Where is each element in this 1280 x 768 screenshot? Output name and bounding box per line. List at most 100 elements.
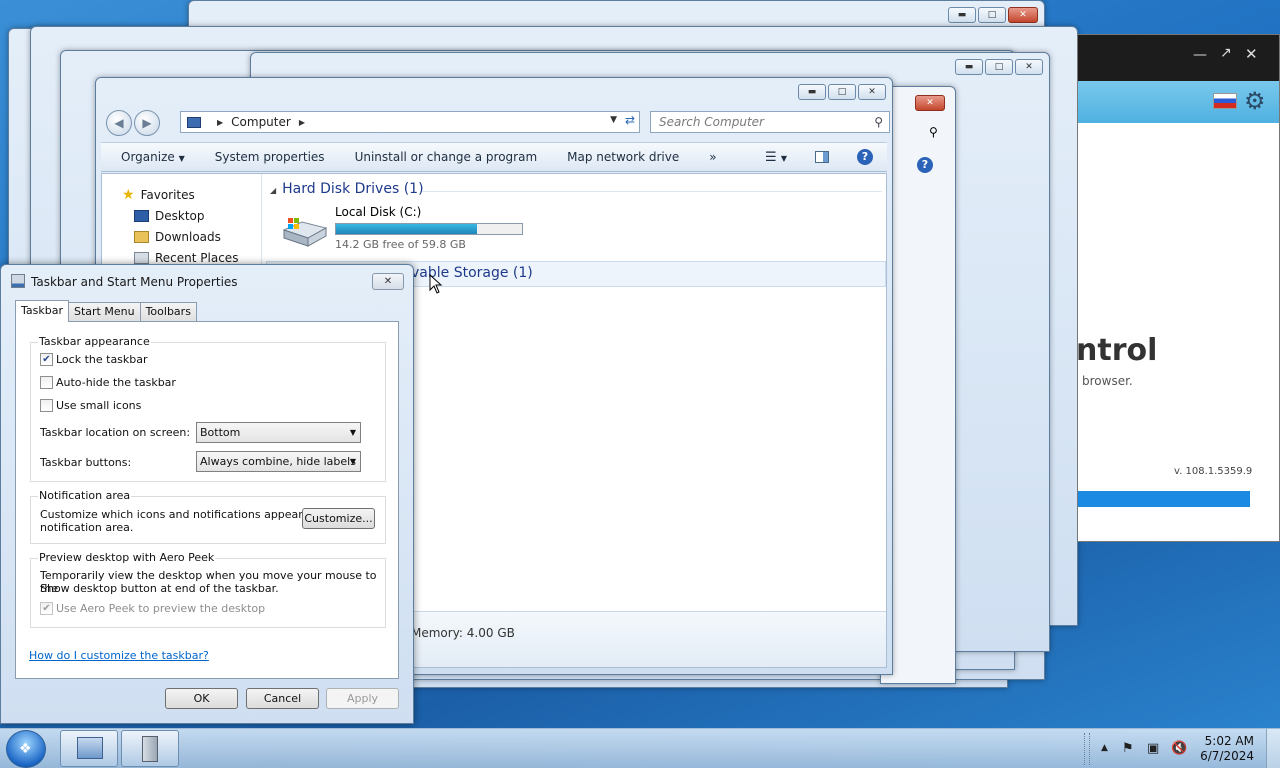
help-icon[interactable]: ? [857,149,873,165]
close-icon[interactable]: ✕ [915,95,945,111]
search-input[interactable]: Search Computer ⚲ [650,111,890,133]
maximize-icon[interactable]: ↗ [1220,45,1232,61]
chevron-down-icon: ▼ [349,457,356,466]
chevron-down-icon: ▼ [349,428,356,437]
show-hidden-icons-icon[interactable]: ▲ [1101,743,1108,753]
language-flag-icon[interactable] [1213,93,1237,109]
tab-taskbar[interactable]: Taskbar [15,300,69,322]
close-icon[interactable]: ✕ [372,273,404,290]
address-bar[interactable]: ▶ Computer ▶ ▼ ⇄ [180,111,640,133]
help-icon[interactable]: ? [917,157,933,173]
network-icon[interactable]: ▣ [1147,741,1159,756]
action-center-flag-icon[interactable]: ⚑ [1122,741,1134,756]
taskbar-buttons-select[interactable]: Always combine, hide labels ▼ [196,451,361,472]
group-title: Preview desktop with Aero Peek [38,551,216,564]
desktop-icon [134,209,149,222]
start-button[interactable]: ❖ [6,730,46,768]
forward-icon[interactable]: ▶ [134,110,160,136]
computer-icon [187,116,201,128]
minimize-icon[interactable]: ▬ [955,59,983,75]
clock-date: 6/7/2024 [1200,749,1254,763]
drive-free-space: 14.2 GB free of 59.8 GB [335,238,466,251]
checkbox-label: Use Aero Peek to preview the desktop [56,602,266,615]
chevron-down-icon: ▼ [178,154,185,163]
close-icon[interactable]: ✕ [858,84,886,100]
minimize-icon[interactable]: — [1193,47,1207,63]
mouse-cursor-icon [429,274,443,294]
drive-name[interactable]: Local Disk (C:) [335,205,421,219]
search-placeholder: Search Computer [659,115,764,129]
downloads-icon [134,230,149,243]
system-clock[interactable]: 5:02 AM 6/7/2024 [1200,734,1254,764]
app-header: ⚙ [1078,81,1279,123]
close-icon[interactable]: ✕ [1245,45,1258,63]
nav-item-favorites[interactable]: ★ Favorites [102,184,261,205]
windows-taskbar: ❖ ▲ ⚑ ▣ 🔇 5:02 AM 6/7/2024 [0,728,1280,768]
view-options-icon[interactable]: ☰ ▼ [765,150,787,165]
taskbar-buttons-label: Taskbar buttons: [40,456,132,469]
clock-time: 5:02 AM [1204,734,1254,748]
more-commands-button[interactable]: » [709,150,716,164]
small-icons-checkbox[interactable]: Use small icons [40,399,141,412]
app-subtitle: browser. [1082,374,1133,388]
aero-description-2: Show desktop button at end of the taskba… [40,582,279,595]
back-icon[interactable]: ◀ [106,110,132,136]
nav-item-downloads[interactable]: Downloads [102,226,261,247]
checkbox-box: ✔ [40,353,53,366]
customize-button[interactable]: Customize... [302,508,375,529]
close-icon[interactable]: ✕ [1008,7,1038,23]
organize-button[interactable]: Organize ▼ [121,150,185,164]
uninstall-program-button[interactable]: Uninstall or change a program [355,150,538,164]
star-icon: ★ [122,186,135,203]
app-title: ntrol [1076,333,1158,368]
auto-hide-checkbox[interactable]: Auto-hide the taskbar [40,376,176,389]
notification-description-1: Customize which icons and notifications … [40,508,338,521]
gear-icon[interactable]: ⚙ [1244,87,1266,115]
collapse-icon[interactable]: ◢ [270,186,276,195]
tab-toolbars[interactable]: Toolbars [139,302,197,322]
app-progress-bar [1078,491,1250,507]
help-link[interactable]: How do I customize the taskbar? [29,649,209,662]
taskbar-location-select[interactable]: Bottom ▼ [196,422,361,443]
hard-disk-drives-group[interactable]: ◢ Hard Disk Drives (1) [270,181,424,197]
nav-item-label: Desktop [155,208,205,223]
checkbox-label: Use small icons [56,399,142,412]
drive-usage-fill [336,224,478,234]
aero-peek-checkbox: ✔ Use Aero Peek to preview the desktop [40,602,265,615]
checkbox-box: ✔ [40,602,53,615]
refresh-icon[interactable]: ⇄ [625,113,635,127]
taskbar-item-control-panel[interactable] [60,730,118,767]
taskbar-item-explorer[interactable] [121,730,179,767]
lock-taskbar-checkbox[interactable]: ✔ Lock the taskbar [40,353,148,366]
group-label: Hard Disk Drives (1) [282,181,424,197]
volume-muted-icon[interactable]: 🔇 [1171,741,1187,756]
nav-item-desktop[interactable]: Desktop [102,205,261,226]
chevron-right-icon: ▶ [217,117,224,127]
group-title: Taskbar appearance [38,335,151,348]
nav-item-label: Downloads [155,229,221,244]
group-title: Notification area [38,489,132,502]
command-bar: Organize ▼ System properties Uninstall o… [101,142,887,172]
search-icon: ⚲ [874,115,883,129]
nav-item-label: Favorites [140,187,195,202]
memory-info: Memory: 4.00 GB [411,626,515,640]
tab-start-menu[interactable]: Start Menu [68,302,141,322]
dialog-tabs: Taskbar Start Menu Toolbars [15,300,197,322]
maximize-icon[interactable]: □ [828,84,856,100]
checkbox-box [40,376,53,389]
control-panel-icon [77,737,103,759]
show-desktop-button[interactable] [1266,729,1280,768]
map-network-drive-button[interactable]: Map network drive [567,150,679,164]
system-properties-button[interactable]: System properties [215,150,325,164]
checkbox-label: Lock the taskbar [56,353,148,366]
minimize-icon[interactable]: ▬ [798,84,826,100]
minimize-icon[interactable]: ▬ [948,7,976,23]
ok-button[interactable]: OK [165,688,238,709]
maximize-icon[interactable]: □ [978,7,1006,23]
chevron-down-icon[interactable]: ▼ [610,115,617,125]
cancel-button[interactable]: Cancel [246,688,319,709]
close-icon[interactable]: ✕ [1015,59,1043,75]
preview-pane-icon[interactable] [815,151,829,163]
taskbar-location-label: Taskbar location on screen: [40,426,191,439]
maximize-icon[interactable]: □ [985,59,1013,75]
